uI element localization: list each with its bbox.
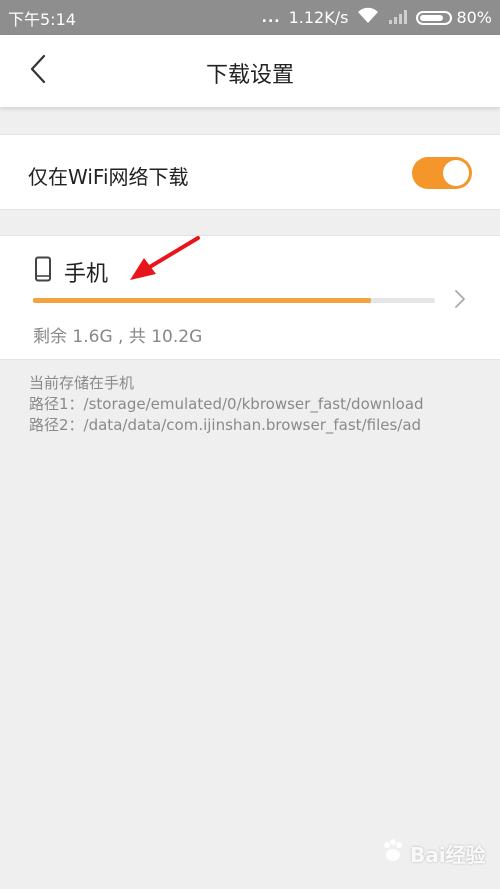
battery-icon xyxy=(416,10,453,25)
annotation-arrow xyxy=(120,232,210,288)
battery: 80% xyxy=(416,8,492,27)
watermark-text: Bai经验 xyxy=(410,843,486,867)
toggle-knob xyxy=(443,160,469,186)
storage-option-phone[interactable]: 手机 剩余 1.6G , 共 10.2G xyxy=(0,235,500,360)
wifi-only-toggle[interactable] xyxy=(412,157,472,189)
network-speed: 1.12K/s xyxy=(288,8,349,27)
path-1: 路径1：/storage/emulated/0/kbrowser_fast/do… xyxy=(29,395,424,413)
status-bar: 下午5:14 ... 1.12K/s 80% xyxy=(0,0,500,35)
wifi-icon xyxy=(356,7,380,29)
wifi-only-label: 仅在WiFi网络下载 xyxy=(28,165,189,189)
path-2: 路径2：/data/data/com.ijinshan.browser_fast… xyxy=(29,416,422,434)
storage-usage-fill xyxy=(33,298,371,303)
battery-percent: 80% xyxy=(456,8,492,27)
page-title: 下载设置 xyxy=(205,63,294,88)
wifi-only-setting[interactable]: 仅在WiFi网络下载 xyxy=(0,134,500,210)
phone-icon xyxy=(34,256,52,286)
paw-icon xyxy=(380,838,406,869)
chevron-right-icon xyxy=(453,288,467,314)
title-bar: 下载设置 xyxy=(0,35,500,107)
status-right: ... 1.12K/s 80% xyxy=(262,7,492,29)
storage-name: 手机 xyxy=(64,262,109,287)
baidu-watermark: Bai经验 xyxy=(380,838,486,869)
current-storage-text: 当前存储在手机 xyxy=(29,374,135,392)
storage-usage-bar xyxy=(33,298,435,303)
storage-info: 剩余 1.6G , 共 10.2G xyxy=(33,327,203,347)
notification-dots: ... xyxy=(261,9,281,26)
storage-path-info: 当前存储在手机 路径1：/storage/emulated/0/kbrowser… xyxy=(29,373,424,436)
status-time: 下午5:14 xyxy=(8,9,76,29)
signal-icon xyxy=(388,8,408,28)
battery-level xyxy=(420,14,443,21)
